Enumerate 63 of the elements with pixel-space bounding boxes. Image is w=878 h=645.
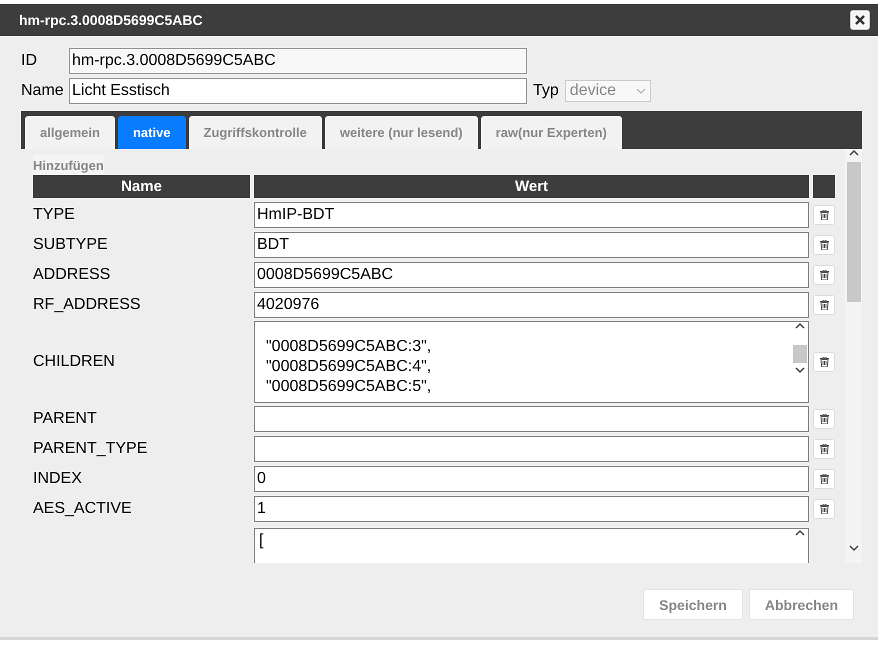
- trash-icon: [820, 414, 828, 424]
- trash-icon: [820, 474, 828, 484]
- scroll-up-icon[interactable]: [848, 149, 858, 156]
- save-button[interactable]: Speichern: [643, 589, 743, 620]
- tab[interactable]: native: [118, 116, 186, 149]
- scrollbar[interactable]: [845, 149, 862, 563]
- delete-button[interactable]: [813, 499, 835, 519]
- delete-button[interactable]: [813, 352, 835, 372]
- chevron-down-icon: [636, 88, 646, 94]
- scroll-thumb[interactable]: [792, 345, 806, 363]
- trash-icon: [820, 270, 828, 280]
- value-field[interactable]: [254, 436, 809, 462]
- cancel-button[interactable]: Abbrechen: [748, 589, 854, 620]
- close-icon: [855, 15, 865, 25]
- trash-icon: [820, 444, 828, 454]
- column-header: Wert: [254, 175, 809, 198]
- property-name: PARENT: [33, 410, 98, 428]
- delete-button[interactable]: [813, 235, 835, 255]
- scroll-down-icon[interactable]: [848, 545, 858, 552]
- column-header: [813, 175, 835, 198]
- id-field[interactable]: hm-rpc.3.0008D5699C5ABC: [69, 48, 527, 74]
- value-textarea[interactable]: "0008D5699C5ABC:3", "0008D5699C5ABC:4", "0008D5699C5ABC:5",: [254, 321, 809, 403]
- scroll-down-icon[interactable]: [794, 367, 804, 374]
- close-button[interactable]: [850, 10, 870, 30]
- value-field[interactable]: 4020976: [254, 292, 809, 318]
- delete-button[interactable]: [813, 265, 835, 285]
- delete-button[interactable]: [813, 469, 835, 489]
- column-header: Name: [33, 175, 250, 198]
- trash-icon: [820, 210, 828, 220]
- scroll-up-icon[interactable]: [794, 322, 804, 329]
- value-field[interactable]: 1: [254, 496, 809, 522]
- field-label: Name: [21, 82, 65, 100]
- value-field[interactable]: [254, 406, 809, 432]
- property-name: PARENT_TYPE: [33, 440, 148, 458]
- property-name: CHILDREN: [33, 353, 116, 371]
- property-name: AES_ACTIVE: [33, 500, 133, 518]
- text-line: "0008D5699C5ABC:5",: [266, 377, 432, 397]
- value-field[interactable]: 0: [254, 466, 809, 492]
- property-name: INDEX: [33, 470, 83, 488]
- trash-icon: [820, 504, 828, 514]
- field-label: Typ: [533, 82, 559, 100]
- delete-button[interactable]: [813, 295, 835, 315]
- property-name: RF_ADDRESS: [33, 296, 142, 314]
- name-field[interactable]: Licht Esstisch: [69, 78, 527, 104]
- value-field[interactable]: 0008D5699C5ABC: [254, 262, 809, 288]
- text-line: [: [259, 531, 264, 551]
- value-field[interactable]: BDT: [254, 232, 809, 258]
- scroll-up-icon[interactable]: [794, 529, 804, 536]
- trash-icon: [820, 240, 828, 250]
- trash-icon: [820, 300, 828, 310]
- property-name: ADDRESS: [33, 266, 112, 284]
- value-field[interactable]: HmIP-BDT: [254, 202, 809, 228]
- window-title: hm-rpc.3.0008D5699C5ABC: [19, 12, 203, 28]
- property-name: SUBTYPE: [33, 236, 109, 254]
- property-name: TYPE: [33, 206, 76, 224]
- delete-button[interactable]: [813, 409, 835, 429]
- text-line: "0008D5699C5ABC:4",: [266, 357, 432, 377]
- text-line: "0008D5699C5ABC:3",: [266, 337, 432, 357]
- delete-button[interactable]: [813, 205, 835, 225]
- delete-button[interactable]: [813, 439, 835, 459]
- field-label: ID: [21, 52, 38, 70]
- value-textarea[interactable]: [: [254, 528, 809, 563]
- trash-icon: [820, 357, 828, 367]
